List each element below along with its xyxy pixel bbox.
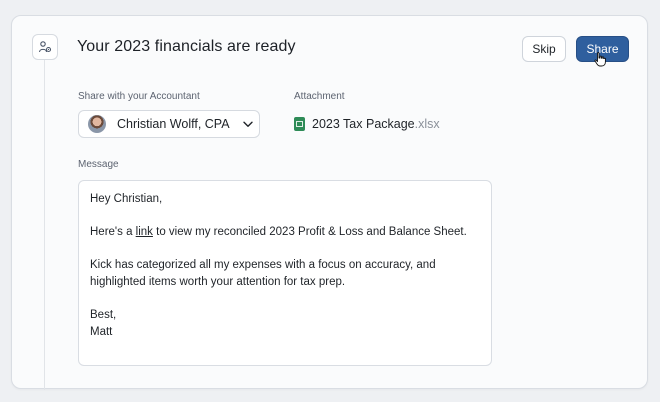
accountant-name: Christian Wolff, CPA bbox=[117, 117, 230, 131]
accountant-select[interactable]: Christian Wolff, CPA bbox=[78, 110, 260, 138]
share-with-label: Share with your Accountant bbox=[78, 91, 200, 102]
message-paragraph-summary: Kick has categorized all my expenses wit… bbox=[90, 259, 436, 288]
attachment-file[interactable]: 2023 Tax Package .xlsx bbox=[294, 117, 440, 131]
hand-pointer-icon bbox=[594, 52, 606, 67]
skip-button[interactable]: Skip bbox=[522, 36, 566, 62]
attachment-label: Attachment bbox=[294, 91, 345, 102]
chevron-down-icon bbox=[242, 121, 253, 127]
message-paragraph-link: Here's a link to view my reconciled 2023… bbox=[90, 224, 480, 241]
message-text: Here's a bbox=[90, 226, 136, 238]
message-text: to view my reconciled 2023 Profit & Loss… bbox=[152, 226, 467, 238]
attachment-file-name: 2023 Tax Package bbox=[312, 117, 415, 131]
share-financials-card: Your 2023 financials are ready Skip Shar… bbox=[11, 15, 648, 390]
excel-file-icon bbox=[294, 117, 305, 131]
message-signature: Matt bbox=[90, 326, 113, 338]
page-title: Your 2023 financials are ready bbox=[77, 38, 296, 55]
timeline-line bbox=[44, 60, 45, 390]
message-textarea[interactable]: Hey Christian, Here's a link to view my … bbox=[78, 180, 492, 366]
avatar bbox=[88, 115, 106, 133]
user-settings-icon bbox=[32, 34, 58, 60]
message-signoff: Best, bbox=[90, 309, 117, 321]
attachment-file-extension: .xlsx bbox=[414, 117, 440, 131]
message-greeting: Hey Christian, bbox=[90, 193, 163, 205]
message-label: Message bbox=[78, 159, 119, 170]
report-link[interactable]: link bbox=[136, 226, 153, 238]
